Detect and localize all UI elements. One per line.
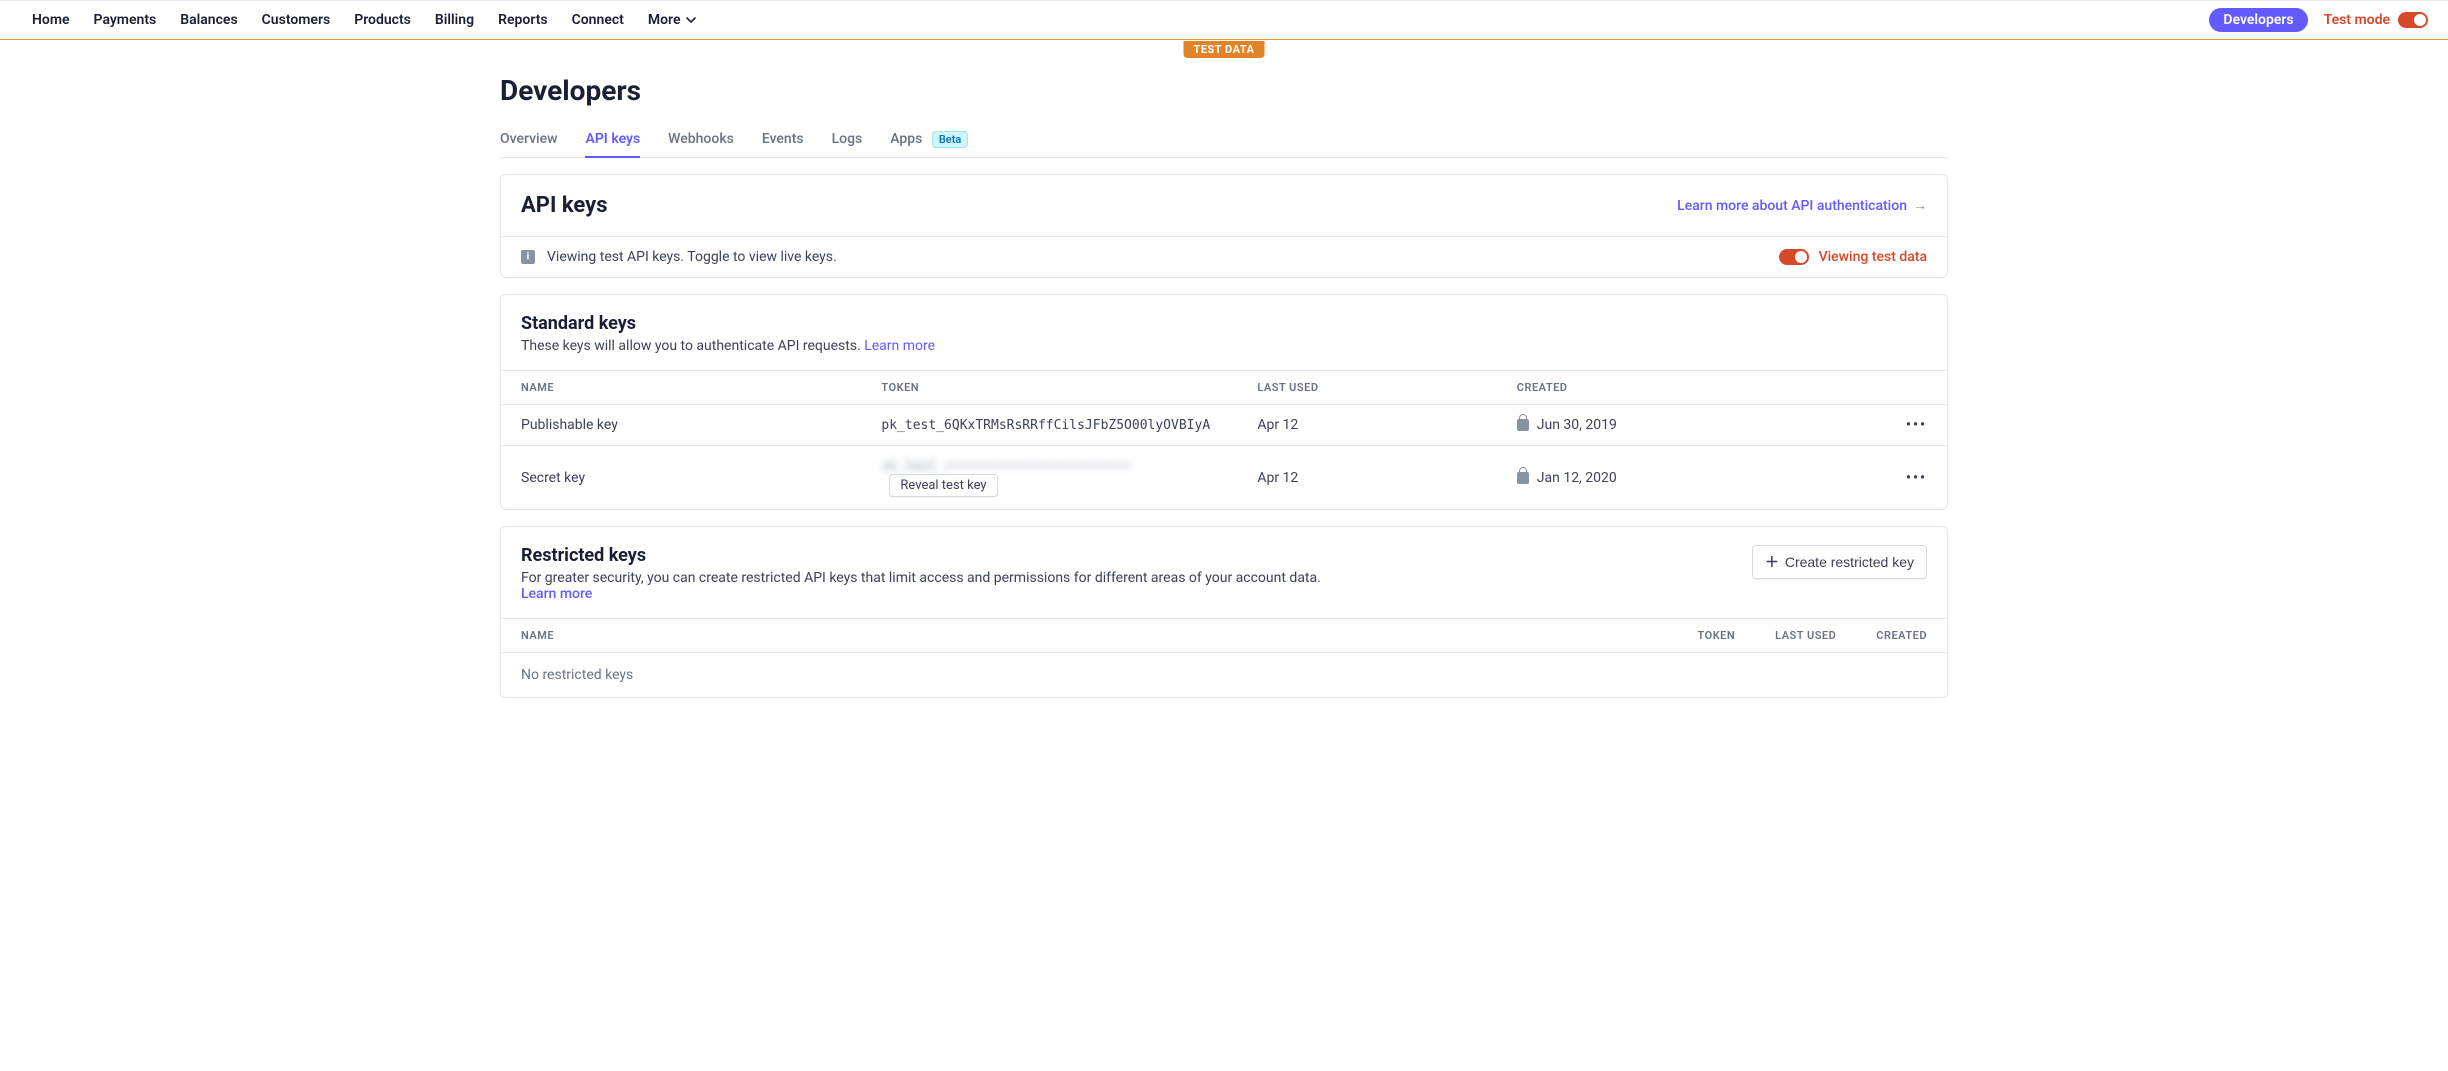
row-created: Jun 30, 2019 <box>1497 405 1886 446</box>
create-restricted-label: Create restricted key <box>1785 554 1914 570</box>
info-icon <box>521 250 535 264</box>
chevron-down-icon <box>685 12 697 28</box>
row-created: Jan 12, 2020 <box>1497 446 1886 510</box>
standard-keys-table: NAME TOKEN LAST USED CREATED Publishable… <box>501 370 1947 509</box>
api-keys-title: API keys <box>521 193 608 218</box>
th-token: TOKEN <box>1678 619 1756 653</box>
created-value: Jan 12, 2020 <box>1537 470 1617 486</box>
api-keys-card: API keys Learn more about API authentica… <box>500 174 1948 278</box>
row-token: sk_test_•••••••••••••••••••••••• Reveal … <box>861 446 1237 510</box>
page-title: Developers <box>500 74 1948 107</box>
token-value: pk_test_6QKxTRMsRsRRffCilsJFbZ5O00lyOVBI… <box>881 418 1210 433</box>
nav-home[interactable]: Home <box>32 12 70 28</box>
standard-desc-text: These keys will allow you to authenticat… <box>521 338 864 354</box>
restricted-keys-card: Restricted keys For greater security, yo… <box>500 526 1948 698</box>
standard-keys-header: Standard keys <box>501 295 1947 334</box>
empty-row: No restricted keys <box>501 653 1947 698</box>
nav-left: Home Payments Balances Customers Product… <box>32 12 697 28</box>
tab-apps-label: Apps <box>890 131 922 147</box>
row-actions-menu[interactable]: ••• <box>1886 405 1947 446</box>
restricted-keys-title: Restricted keys <box>521 545 1321 566</box>
subnav: Overview API keys Webhooks Events Logs A… <box>500 123 1948 158</box>
viewing-test-label: Viewing test data <box>1819 249 1927 265</box>
tab-webhooks[interactable]: Webhooks <box>668 123 734 157</box>
restricted-desc-text: For greater security, you can create res… <box>521 570 1321 586</box>
top-nav: Home Payments Balances Customers Product… <box>0 0 2448 40</box>
restricted-learn-more-link[interactable]: Learn more <box>521 586 1321 602</box>
tab-api-keys[interactable]: API keys <box>585 123 640 157</box>
nav-more[interactable]: More <box>648 12 697 28</box>
row-token[interactable]: pk_test_6QKxTRMsRsRRffCilsJFbZ5O00lyOVBI… <box>861 405 1237 446</box>
th-name: NAME <box>501 619 1678 653</box>
test-mode-group: Test mode <box>2324 12 2428 28</box>
table-row: Secret key sk_test_•••••••••••••••••••••… <box>501 446 1947 510</box>
reveal-key-button[interactable]: Reveal test key <box>889 474 997 497</box>
th-name: NAME <box>501 371 861 405</box>
lock-icon <box>1517 472 1529 484</box>
page-content: Developers Overview API keys Webhooks Ev… <box>464 74 1984 698</box>
row-last-used: Apr 12 <box>1237 446 1496 510</box>
th-created: CREATED <box>1497 371 1886 405</box>
nav-connect[interactable]: Connect <box>572 12 624 28</box>
learn-more-auth-label: Learn more about API authentication <box>1677 198 1907 214</box>
tab-logs[interactable]: Logs <box>832 123 863 157</box>
standard-keys-desc: These keys will allow you to authenticat… <box>501 338 1947 370</box>
th-actions <box>1886 371 1947 405</box>
empty-text: No restricted keys <box>501 653 1947 698</box>
info-text: Viewing test API keys. Toggle to view li… <box>547 249 837 265</box>
info-left: Viewing test API keys. Toggle to view li… <box>521 249 837 265</box>
th-last-used: LAST USED <box>1755 619 1856 653</box>
nav-balances[interactable]: Balances <box>180 12 237 28</box>
th-token: TOKEN <box>861 371 1237 405</box>
standard-keys-title: Standard keys <box>521 313 636 334</box>
restricted-keys-table: NAME TOKEN LAST USED CREATED No restrict… <box>501 618 1947 697</box>
table-row: Publishable key pk_test_6QKxTRMsRsRRffCi… <box>501 405 1947 446</box>
restricted-keys-desc: For greater security, you can create res… <box>521 570 1321 602</box>
nav-reports[interactable]: Reports <box>498 12 548 28</box>
token-value-hidden: sk_test_•••••••••••••••••••••••• <box>881 459 1131 474</box>
api-keys-card-header: API keys Learn more about API authentica… <box>501 175 1947 236</box>
tab-apps[interactable]: Apps Beta <box>890 123 968 157</box>
learn-more-auth-link[interactable]: Learn more about API authentication <box>1677 197 1927 214</box>
row-name: Publishable key <box>501 405 861 446</box>
test-mode-label: Test mode <box>2324 12 2390 28</box>
nav-billing[interactable]: Billing <box>435 12 474 28</box>
th-last-used: LAST USED <box>1237 371 1496 405</box>
developers-pill[interactable]: Developers <box>2209 8 2307 32</box>
standard-keys-card: Standard keys These keys will allow you … <box>500 294 1948 510</box>
nav-right: Developers Test mode <box>2209 8 2428 32</box>
api-keys-info-row: Viewing test API keys. Toggle to view li… <box>501 236 1947 277</box>
nav-products[interactable]: Products <box>354 12 411 28</box>
row-last-used: Apr 12 <box>1237 405 1496 446</box>
standard-learn-more-link[interactable]: Learn more <box>864 338 935 354</box>
row-name: Secret key <box>501 446 861 510</box>
viewing-test-wrap: Viewing test data <box>1779 249 1927 265</box>
tab-events[interactable]: Events <box>762 123 804 157</box>
row-actions-menu[interactable]: ••• <box>1886 446 1947 510</box>
create-restricted-key-button[interactable]: ＋ Create restricted key <box>1752 545 1927 579</box>
created-value: Jun 30, 2019 <box>1537 417 1617 433</box>
tab-overview[interactable]: Overview <box>500 123 557 157</box>
plus-icon: ＋ <box>1765 552 1779 572</box>
lock-icon <box>1517 419 1529 431</box>
nav-more-label: More <box>648 12 681 28</box>
test-data-badge: TEST DATA <box>1184 41 1265 58</box>
nav-customers[interactable]: Customers <box>262 12 331 28</box>
viewing-test-toggle[interactable] <box>1779 249 1809 265</box>
restricted-keys-header: Restricted keys For greater security, yo… <box>501 527 1947 602</box>
nav-payments[interactable]: Payments <box>94 12 157 28</box>
beta-badge: Beta <box>932 131 969 148</box>
th-created: CREATED <box>1856 619 1947 653</box>
test-mode-toggle[interactable] <box>2398 12 2428 28</box>
